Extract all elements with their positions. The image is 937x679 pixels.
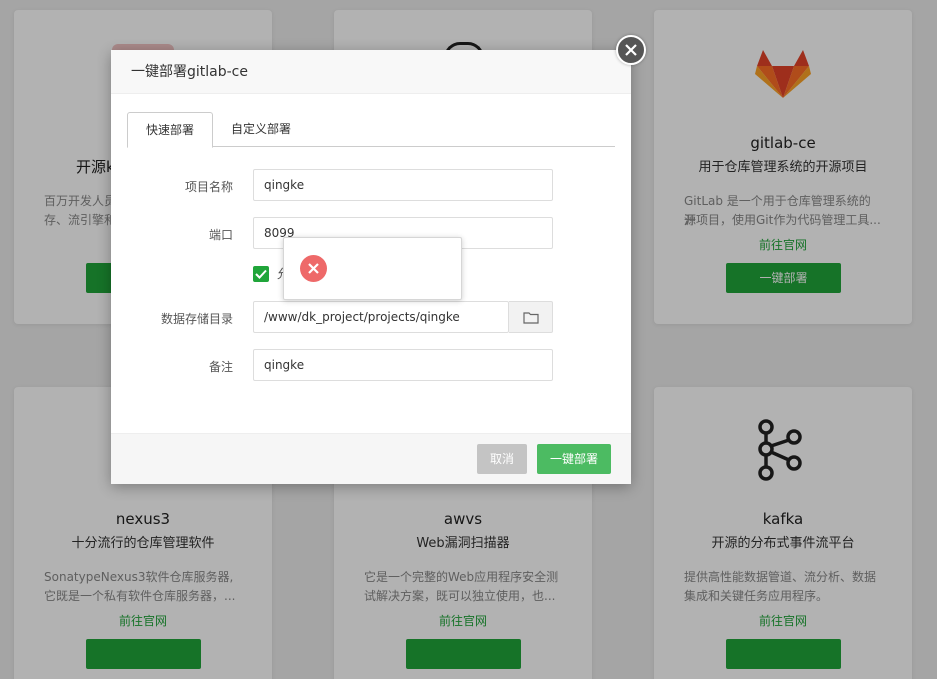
remark-label: 备注 [208, 360, 233, 374]
data-dir-input[interactable]: /www/dk_project/projects/qingke [253, 301, 509, 333]
folder-icon [523, 312, 539, 324]
project-name-input[interactable]: qingke [253, 169, 553, 201]
dialog-close-button[interactable] [616, 35, 646, 65]
error-icon [300, 255, 327, 282]
dialog-tabs: 快速部署 自定义部署 [127, 112, 615, 148]
check-icon [255, 269, 267, 279]
tab-custom-deploy[interactable]: 自定义部署 [213, 112, 309, 147]
dialog-footer: 取消 一键部署 [111, 433, 631, 484]
error-toast [283, 237, 462, 300]
remark-input[interactable]: qingke [253, 349, 553, 381]
allow-checkbox[interactable] [253, 266, 269, 282]
port-label: 端口 [208, 228, 233, 242]
project-name-label: 项目名称 [184, 180, 233, 194]
close-icon [625, 44, 637, 56]
folder-picker-button[interactable] [509, 301, 553, 333]
cancel-button[interactable]: 取消 [477, 444, 527, 474]
tab-quick-deploy[interactable]: 快速部署 [127, 112, 214, 148]
dialog-title: 一键部署gitlab-ce [111, 50, 631, 94]
confirm-deploy-button[interactable]: 一键部署 [537, 444, 611, 474]
data-dir-label: 数据存储目录 [160, 312, 233, 326]
